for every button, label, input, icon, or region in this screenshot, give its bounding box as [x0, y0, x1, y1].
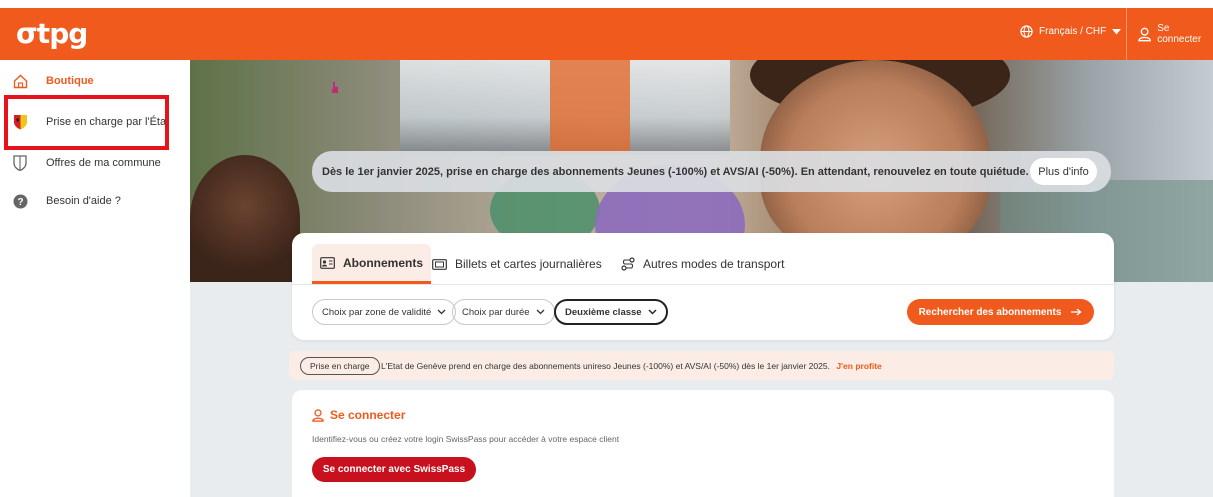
tab-label: Autres modes de transport [643, 257, 785, 271]
caret-down-icon [1112, 28, 1122, 34]
notice-text: L'Etat de Genève prend en charge des abo… [381, 360, 830, 371]
globe-icon [1020, 25, 1033, 38]
filter-label: Deuxième classe [565, 306, 642, 318]
state-coverage-notice: Prise en charge L'Etat de Genève prend e… [289, 351, 1114, 380]
highlight-box [4, 95, 169, 150]
filter-label: Choix par zone de validité [322, 306, 432, 318]
header-divider [1126, 8, 1127, 60]
search-button-label: Rechercher des abonnements [918, 306, 1062, 318]
filter-duree[interactable]: Choix par durée [452, 299, 555, 325]
login-description: Identifiez-vous ou créez votre login Swi… [312, 434, 620, 444]
filter-classe[interactable]: Deuxième classe [554, 299, 668, 325]
sidebar-item-label: Offres de ma commune [46, 157, 161, 169]
header-login-label: Se connecter [1157, 23, 1202, 45]
id-card-icon [320, 256, 335, 269]
search-subscriptions-button[interactable]: Rechercher des abonnements [907, 299, 1094, 325]
arrow-right-icon [1071, 308, 1082, 316]
route-icon [621, 257, 635, 271]
filter-label: Choix par durée [462, 306, 530, 318]
sidebar-item-label: Boutique [46, 75, 94, 87]
tab-label: Billets et cartes journalières [455, 257, 602, 271]
help-circle-icon: ? [12, 193, 28, 209]
language-selector[interactable]: Français / CHF [1020, 25, 1122, 38]
tab-label: Abonnements [343, 255, 424, 270]
announcement-text: Dès le 1er janvier 2025, prise en charge… [322, 165, 1029, 178]
svg-text:?: ? [17, 197, 23, 208]
filter-zone[interactable]: Choix par zone de validité [312, 299, 457, 325]
tab-abonnements[interactable]: Abonnements [312, 244, 432, 284]
chevron-down-icon [437, 309, 446, 315]
tram-stripe [550, 60, 630, 155]
notice-badge: Prise en charge [300, 357, 380, 375]
more-info-button[interactable]: Plus d'info [1030, 158, 1097, 185]
hand-cursor-icon [332, 82, 338, 93]
login-card-title: Se connecter [312, 408, 405, 422]
tab-billets[interactable]: Billets et cartes journalières [432, 244, 602, 284]
user-icon [312, 408, 324, 422]
header-login-button[interactable]: Se connecter [1138, 23, 1213, 45]
login-title-text: Se connecter [330, 408, 406, 422]
person-left [190, 155, 300, 282]
user-icon [1138, 27, 1151, 41]
tab-autres-modes[interactable]: Autres modes de transport [621, 244, 784, 284]
chevron-down-icon [536, 309, 545, 315]
sidebar-item-aide[interactable]: ? Besoin d'aide ? [0, 182, 190, 220]
top-bar: σtpg Français / CHF Se connecter [0, 8, 1213, 60]
tabs-divider [292, 284, 1114, 285]
home-icon [12, 73, 28, 89]
login-card: Se connecter Identifiez-vous ou créez vo… [292, 390, 1114, 497]
notice-text-container: L'Etat de Genève prend en charge des abo… [381, 361, 882, 371]
shield-outline-icon [12, 155, 28, 171]
search-card: Abonnements Billets et cartes journalièr… [292, 233, 1114, 340]
sidebar-item-label: Besoin d'aide ? [46, 195, 121, 207]
notice-link[interactable]: J'en profite [836, 361, 881, 371]
tpg-logo[interactable]: σtpg [16, 20, 88, 48]
announcement-banner: Dès le 1er janvier 2025, prise en charge… [312, 151, 1111, 192]
chevron-down-icon [648, 309, 657, 315]
language-label: Français / CHF [1039, 26, 1107, 37]
ticket-icon [432, 258, 447, 270]
swisspass-login-button[interactable]: Se connecter avec SwissPass [312, 457, 476, 482]
